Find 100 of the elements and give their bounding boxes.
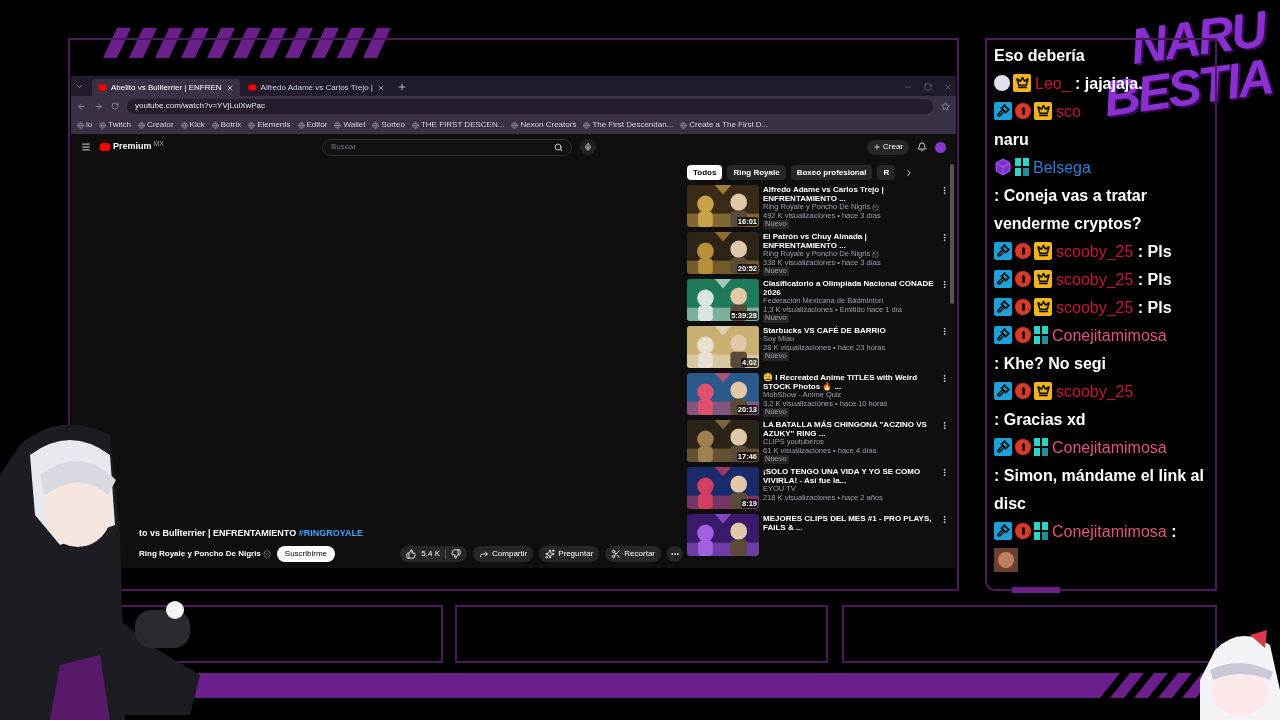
filter-chip[interactable]: Todos — [687, 165, 723, 180]
action-button[interactable]: Compartir — [473, 546, 534, 562]
new-tab-icon[interactable] — [396, 82, 407, 92]
bookmark[interactable]: THE FIRST DESCEN... — [411, 119, 505, 131]
verified-icon — [872, 203, 880, 211]
action-button[interactable]: Recortar — [605, 546, 661, 562]
close-icon[interactable] — [376, 83, 385, 92]
video-title[interactable]: Alfredo Adame vs Carlos Trejo | ENFRENTAMIENTO ... — [763, 185, 936, 203]
filter-chip[interactable]: Boxeo profesional — [790, 165, 873, 180]
avatar-icon[interactable] — [935, 141, 946, 153]
scrollbar[interactable] — [950, 164, 954, 304]
more-button[interactable] — [667, 546, 683, 562]
chat-username: Leo_ — [1035, 75, 1071, 92]
video-title[interactable]: Clasificatorio a Olimpiada Nacional CONADE 2026 — [763, 279, 936, 297]
globe-icon — [77, 121, 84, 129]
chat-message-text: : Gracias xd — [994, 410, 1086, 430]
chat-message-text: : Khe? No segi — [994, 354, 1106, 374]
bookmark[interactable]: Wallet — [334, 119, 366, 131]
more-icon[interactable] — [940, 468, 949, 477]
youtube-logo[interactable]: Premium $^{MX}$ — [99, 140, 164, 154]
alert-icon — [1015, 326, 1031, 343]
video-title[interactable]: Starbucks VS CAFÉ DE BARRIO — [763, 326, 936, 335]
chat-username: scooby_25 — [1056, 383, 1134, 400]
more-icon[interactable] — [940, 421, 949, 430]
hammer-icon — [994, 381, 1012, 400]
chat-message-text: : Coneja vas a tratar venderme cryptos? — [994, 186, 1148, 234]
reload-icon[interactable] — [111, 102, 119, 110]
globe-icon — [180, 121, 188, 129]
globe-icon — [248, 121, 256, 129]
globe-icon — [411, 121, 419, 129]
thumbs-up-icon — [406, 549, 417, 559]
notifications-icon[interactable] — [917, 142, 927, 152]
crown-icon — [1034, 241, 1052, 260]
video-title[interactable]: 😩 I Recreated Anime TITLES with Weird STOCK Photos 🔥 ... — [763, 373, 936, 391]
close-icon[interactable] — [225, 83, 234, 92]
chat-username: scooby_25 — [1056, 299, 1134, 316]
bookmark[interactable]: Creator — [137, 119, 174, 131]
more-icon[interactable] — [940, 327, 949, 336]
video-title: to vs Bullterrier | ENFRENTAMIENTO #RINGROYALE — [139, 526, 364, 540]
bookmark[interactable]: Twitch — [99, 119, 131, 131]
more-icon[interactable] — [940, 233, 949, 242]
video-title[interactable]: MEJORES CLIPS DEL MES #1 - PRO PLAYS, FAILS & ... — [763, 514, 936, 532]
more-icon[interactable] — [940, 374, 949, 383]
search-icon[interactable] — [554, 142, 563, 152]
hammer-icon — [994, 241, 1012, 260]
video-title[interactable]: El Patrón vs Chuy Almada | ENFRENTAMIENTO ... — [763, 232, 936, 250]
search-field[interactable]: Buscar — [322, 138, 572, 156]
video-title[interactable]: ¡SOLO TENGO UNA VIDA Y YO SE COMO VIVIRLA! - Así fue la... — [763, 467, 936, 485]
bookmark[interactable]: Kick — [180, 119, 205, 131]
chat-message-text: : Pls — [1137, 270, 1172, 290]
globe-icon — [511, 121, 519, 129]
bookmark[interactable]: Botrix — [211, 119, 242, 131]
chat-message-text: naru — [994, 131, 1029, 148]
bookmark[interactable]: Editor — [297, 119, 328, 131]
alert-icon — [1015, 270, 1031, 287]
address-bar[interactable]: youtube.com/watch?v=YVjLuiXwPac — [127, 98, 933, 114]
hammer-icon — [994, 269, 1012, 288]
globe-icon — [211, 121, 219, 129]
crown-icon — [1034, 381, 1052, 400]
alert-icon — [1015, 298, 1031, 315]
bookmark[interactable]: The First Descendan... — [583, 119, 674, 131]
sparkle-icon — [545, 549, 556, 559]
thumbs-down-icon[interactable] — [451, 549, 462, 559]
globe-icon — [680, 121, 688, 129]
mic-button[interactable] — [580, 139, 596, 155]
subscribe-button[interactable]: Suscribirme — [276, 546, 336, 562]
accent-bar — [1012, 587, 1060, 593]
channel-name[interactable]: Ring Royale y Poncho De Nigris — [139, 548, 271, 560]
back-icon[interactable] — [77, 101, 86, 111]
bookmark[interactable]: Sorteo — [372, 119, 405, 131]
plus-icon — [873, 143, 881, 151]
tab-list-icon[interactable] — [75, 82, 84, 91]
chat-username: Conejitamimosa — [1052, 523, 1167, 540]
action-button[interactable]: Preguntar — [539, 546, 600, 562]
crown-icon — [1034, 101, 1052, 120]
video-title[interactable]: LA BATALLA MÁS CHINGONA "ACZINO VS AZUKY" RING ... — [763, 420, 936, 438]
browser-tab[interactable]: Abelito vs Bullterrier | ENFREN — [92, 79, 240, 96]
more-icon[interactable] — [940, 515, 949, 524]
bookmark[interactable]: Create a The First D... — [680, 119, 769, 131]
cube-icon — [994, 157, 1012, 176]
more-icon[interactable] — [940, 186, 949, 195]
like-dislike-button[interactable]: 5,4 K — [400, 546, 468, 562]
bookmark[interactable]: io — [77, 119, 93, 131]
bookmark-star-icon[interactable] — [941, 101, 950, 111]
forward-icon[interactable] — [94, 101, 103, 111]
menu-icon[interactable] — [81, 142, 91, 152]
globe-icon — [583, 121, 591, 129]
more-icon[interactable] — [940, 280, 949, 289]
youtube-icon — [247, 83, 257, 92]
hammer-icon — [994, 521, 1012, 540]
filter-chip[interactable]: R — [877, 165, 896, 180]
hammer-icon — [994, 101, 1012, 120]
filter-chip[interactable]: Ring Royale — [727, 165, 786, 180]
verified-icon — [262, 550, 271, 558]
globe-icon — [99, 121, 107, 129]
browser-tab[interactable]: Alfredo Adame vs Carlos Trejo | — [241, 79, 391, 96]
chat-message-text: : Pls — [1137, 298, 1172, 318]
bookmark[interactable]: Nexon Creators — [511, 119, 577, 131]
create-button[interactable]: Crear — [867, 139, 909, 155]
bookmark[interactable]: Elements — [248, 119, 291, 131]
